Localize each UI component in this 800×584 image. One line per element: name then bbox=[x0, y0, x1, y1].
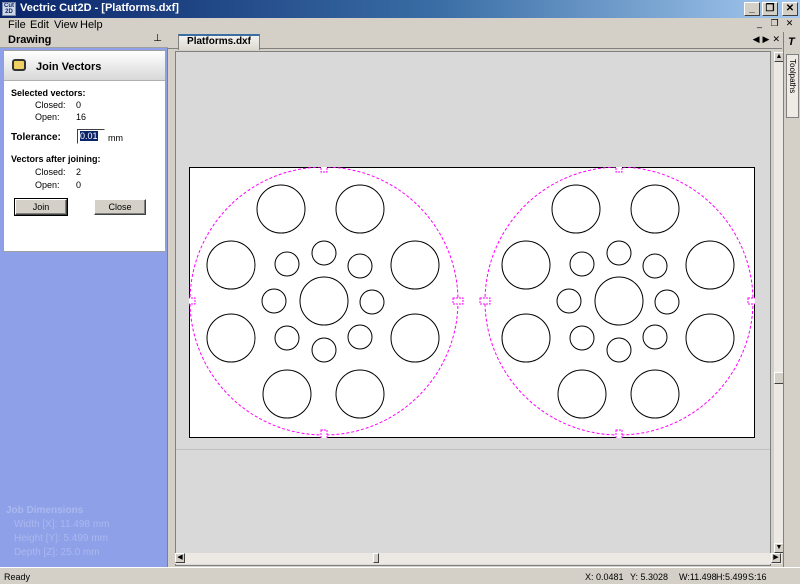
pin-icon[interactable]: ⊥ bbox=[153, 33, 162, 44]
join-button[interactable]: Join bbox=[14, 198, 68, 216]
drawing-panel: Drawing ⊥ Join Vectors Selected vectors:… bbox=[0, 32, 168, 567]
close-button[interactable]: Close bbox=[94, 199, 146, 215]
tolerance-label: Tolerance: bbox=[11, 132, 61, 143]
selected-closed-value: 0 bbox=[76, 100, 82, 110]
selected-open-label: Open: bbox=[35, 112, 60, 122]
restore-button[interactable]: ❐ bbox=[762, 2, 778, 16]
job-depth: Depth [Z]: 25.0 mm bbox=[14, 547, 100, 558]
status-ready: Ready bbox=[4, 572, 31, 582]
menu-help[interactable]: Help bbox=[80, 19, 103, 31]
tab-next-icon[interactable]: ▶ bbox=[763, 34, 770, 45]
horizontal-scroll-thumb[interactable] bbox=[373, 553, 379, 563]
job-width: Width [X]: 11.498 mm bbox=[14, 519, 110, 530]
toolpaths-strip: T Toolpaths bbox=[783, 32, 800, 567]
selected-vectors-heading: Selected vectors: bbox=[11, 88, 86, 98]
minimize-button[interactable]: _ bbox=[744, 2, 760, 16]
panel-title: Drawing bbox=[8, 34, 52, 46]
application-window: Cut 2D Vectric Cut2D - [Platforms.dxf] _… bbox=[0, 0, 800, 584]
job-height: Height [Y]: 5.499 mm bbox=[14, 533, 108, 544]
status-h: H:5.499 bbox=[716, 572, 748, 582]
app-icon: Cut 2D bbox=[2, 2, 16, 16]
form-title: Join Vectors bbox=[36, 61, 102, 73]
after-open-label: Open: bbox=[35, 180, 60, 190]
after-closed-value: 2 bbox=[76, 167, 82, 177]
scroll-right-icon[interactable]: ▶ bbox=[771, 553, 781, 563]
menu-view[interactable]: View bbox=[54, 19, 78, 31]
material-boundary bbox=[189, 167, 755, 438]
horizontal-scrollbar[interactable]: ◀ ▶ bbox=[175, 553, 782, 564]
menu-edit[interactable]: Edit bbox=[30, 19, 49, 31]
join-vectors-form: Join Vectors Selected vectors: Closed: 0… bbox=[3, 50, 166, 252]
panel-header: Drawing ⊥ bbox=[0, 32, 168, 48]
after-closed-label: Closed: bbox=[35, 167, 66, 177]
selected-open-value: 16 bbox=[76, 112, 87, 122]
form-header: Join Vectors bbox=[4, 51, 165, 81]
status-bar: Ready X: 0.0481 Y: 5.3028 W:11.498 H:5.4… bbox=[0, 567, 800, 584]
tab-marker bbox=[320, 429, 328, 438]
join-vectors-icon bbox=[12, 59, 26, 71]
doc-restore-icon[interactable]: ❐ bbox=[768, 18, 781, 30]
scroll-left-icon[interactable]: ◀ bbox=[175, 553, 185, 563]
tab-marker bbox=[189, 297, 196, 305]
after-joining-heading: Vectors after joining: bbox=[11, 154, 101, 164]
status-w: W:11.498 bbox=[679, 572, 717, 582]
document-tab-bar: Platforms.dxf ◀ ▶ ✕ bbox=[168, 32, 782, 50]
job-dimensions: Job Dimensions Width [X]: 11.498 mm Heig… bbox=[6, 504, 109, 560]
status-y: Y: 5.3028 bbox=[630, 572, 669, 582]
tab-marker bbox=[452, 297, 464, 305]
close-window-button[interactable]: ✕ bbox=[782, 2, 798, 16]
menu-file[interactable]: File bbox=[8, 19, 26, 31]
tab-marker bbox=[320, 167, 328, 173]
toolpaths-tab[interactable]: Toolpaths bbox=[786, 54, 799, 118]
title-bar: Cut 2D Vectric Cut2D - [Platforms.dxf] _… bbox=[0, 0, 800, 18]
selected-closed-label: Closed: bbox=[35, 100, 66, 110]
tab-marker bbox=[479, 297, 491, 305]
after-open-value: 0 bbox=[76, 180, 82, 190]
platforms-drawing[interactable] bbox=[189, 167, 755, 438]
doc-minimize-icon[interactable]: _ bbox=[753, 18, 766, 30]
tab-close-icon[interactable]: ✕ bbox=[772, 34, 780, 45]
status-s: S:16 bbox=[748, 572, 767, 582]
tab-marker bbox=[615, 167, 623, 173]
tab-marker bbox=[747, 297, 755, 305]
canvas-divider bbox=[176, 449, 770, 450]
tolerance-input[interactable]: 0.01 bbox=[77, 129, 105, 144]
tab-platforms-dxf[interactable]: Platforms.dxf bbox=[178, 34, 260, 50]
window-title: Vectric Cut2D - [Platforms.dxf] bbox=[20, 2, 179, 14]
toolpaths-icon[interactable]: T bbox=[788, 36, 795, 48]
status-x: X: 0.0481 bbox=[585, 572, 624, 582]
tolerance-unit: mm bbox=[108, 133, 123, 143]
tab-marker bbox=[615, 429, 623, 438]
doc-close-icon[interactable]: ✕ bbox=[783, 18, 796, 30]
tab-prev-icon[interactable]: ◀ bbox=[753, 34, 760, 45]
job-dimensions-heading: Job Dimensions bbox=[6, 505, 84, 516]
menu-bar: File Edit View Help _ ❐ ✕ bbox=[0, 18, 800, 32]
